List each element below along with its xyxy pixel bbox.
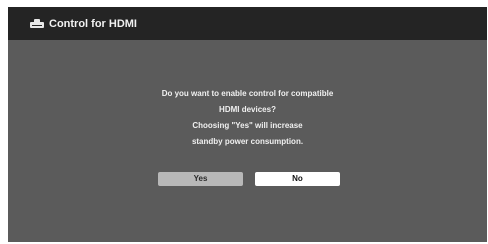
page-title: Control for HDMI <box>49 17 137 30</box>
toolbox-icon <box>30 19 44 28</box>
dialog-message: Do you want to enable control for compat… <box>8 86 487 150</box>
message-line: HDMI devices? <box>219 105 276 114</box>
message-line: Choosing "Yes" will increase <box>192 121 303 130</box>
yes-button[interactable]: Yes <box>158 172 243 186</box>
no-button[interactable]: No <box>255 172 340 186</box>
message-line: Do you want to enable control for compat… <box>161 89 334 98</box>
message-line: standby power consumption. <box>191 137 304 146</box>
tv-screen: Control for HDMI Do you want to enable c… <box>8 7 487 242</box>
header-bar: Control for HDMI <box>8 7 487 40</box>
